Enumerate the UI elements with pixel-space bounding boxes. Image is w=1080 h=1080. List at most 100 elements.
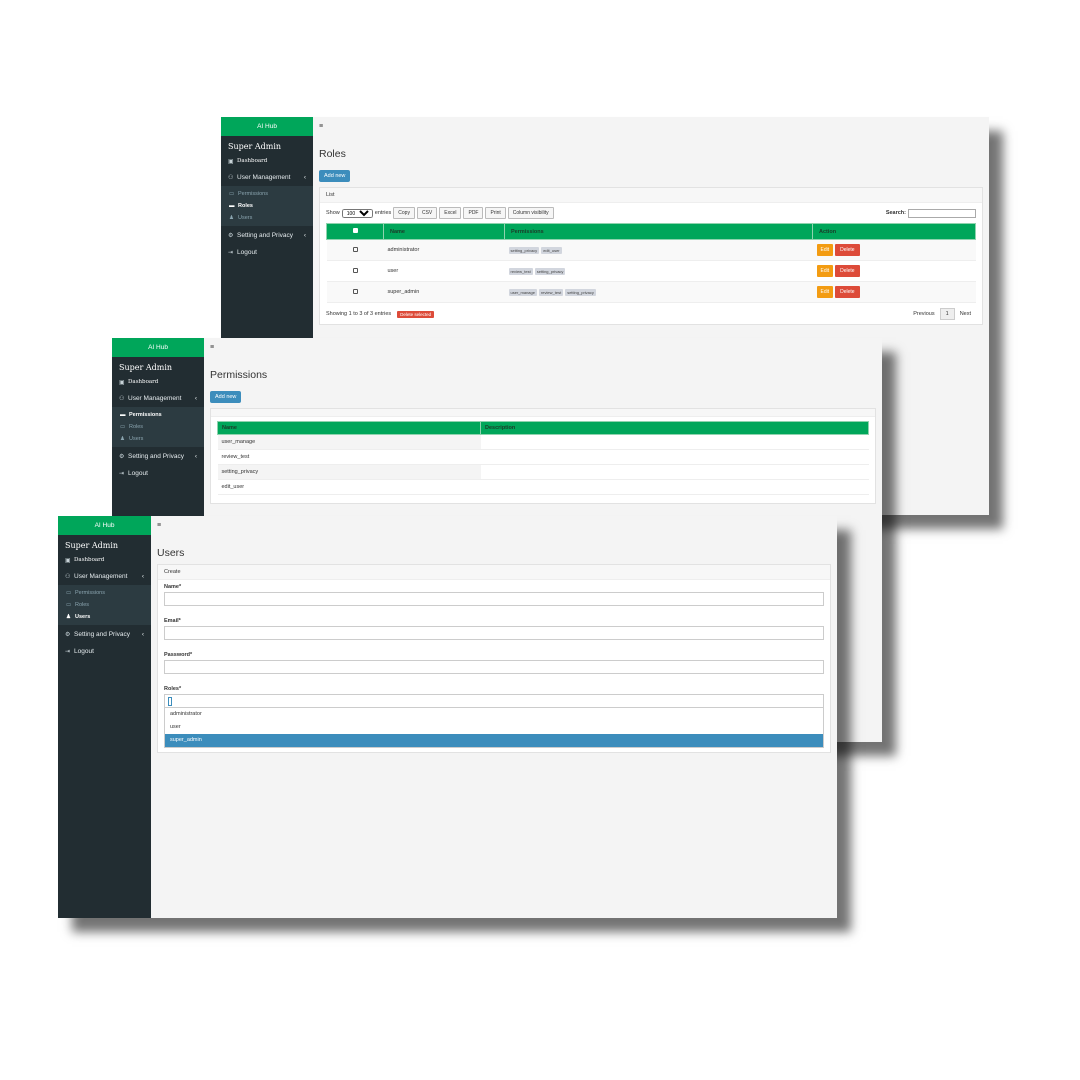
- sidebar-item-roles[interactable]: ▭ Roles: [112, 421, 204, 433]
- row-checkbox[interactable]: [352, 288, 358, 294]
- edit-button[interactable]: Edit: [816, 286, 834, 298]
- roles-label: Roles*: [164, 686, 182, 692]
- role-name: administrator: [383, 239, 505, 261]
- roles-dropdown: administrator user super_admin: [164, 708, 824, 748]
- table-row[interactable]: review_test: [217, 449, 869, 465]
- sidebar-item-users[interactable]: ♟ Users: [58, 611, 151, 623]
- column-header[interactable]: Permissions: [504, 223, 813, 240]
- add-new-button[interactable]: Add new: [210, 391, 242, 403]
- brand-logo[interactable]: AI Hub: [221, 117, 313, 136]
- menu-toggle-icon[interactable]: ≡: [210, 344, 214, 351]
- table-row[interactable]: user review_test setting_privacy Edit Dele…: [326, 260, 976, 282]
- user-icon: ♟: [66, 614, 71, 620]
- table-row[interactable]: administrator setting_privacy edit_user E…: [326, 239, 976, 261]
- password-field[interactable]: [164, 660, 824, 674]
- delete-button[interactable]: Delete: [835, 286, 860, 298]
- delete-selected-button[interactable]: Delete selected: [397, 310, 435, 318]
- brand-logo[interactable]: AI Hub: [58, 516, 151, 535]
- sidebar-item-settings[interactable]: ⚙ Setting and Privacy ‹: [221, 226, 313, 244]
- next-button[interactable]: Next: [955, 309, 976, 319]
- logout-icon: ⇥: [228, 249, 234, 256]
- brand-logo[interactable]: AI Hub: [112, 338, 204, 357]
- previous-button[interactable]: Previous: [908, 309, 939, 319]
- permission-name: edit_user: [217, 479, 481, 495]
- sidebar-item-roles[interactable]: ▭ Roles: [58, 599, 151, 611]
- sidebar-item-logout[interactable]: ⇥ Logout: [112, 465, 204, 481]
- name-field[interactable]: [164, 592, 824, 606]
- sidebar-item-users[interactable]: ♟ Users: [112, 433, 204, 445]
- select-all-header[interactable]: [326, 223, 384, 240]
- sidebar-item-user-management[interactable]: ⚇ User Management ‹: [58, 567, 151, 585]
- column-header[interactable]: Name: [383, 223, 505, 240]
- row-checkbox[interactable]: [352, 246, 358, 252]
- column-visibility-button[interactable]: Column visibility: [507, 207, 554, 219]
- entries-select[interactable]: 100: [341, 208, 373, 218]
- sidebar-item-settings[interactable]: ⚙ Setting and Privacy ‹: [58, 625, 151, 643]
- search-input[interactable]: [908, 208, 976, 218]
- column-header[interactable]: Description: [480, 421, 869, 435]
- sidebar-item-user-management[interactable]: ⚇ User Management ‹: [112, 389, 204, 407]
- row-checkbox[interactable]: [352, 267, 358, 273]
- sidebar-item-settings[interactable]: ⚙ Setting and Privacy ‹: [112, 447, 204, 465]
- role-option[interactable]: administrator: [165, 708, 823, 721]
- roles-table: Name Permissions Action administrator se…: [326, 223, 976, 303]
- copy-button[interactable]: Copy: [393, 207, 415, 219]
- sidebar-item-roles[interactable]: ▬ Roles: [221, 200, 313, 212]
- menu-toggle-icon[interactable]: ≡: [319, 123, 323, 130]
- briefcase-icon: ▬: [229, 203, 235, 209]
- permission-name: setting_privacy: [217, 464, 481, 480]
- add-new-button[interactable]: Add new: [319, 170, 351, 182]
- excel-button[interactable]: Excel: [439, 207, 462, 219]
- password-label: Password*: [164, 652, 193, 658]
- sidebar-item-permissions[interactable]: ▭ Permissions: [58, 587, 151, 599]
- role-option-selected[interactable]: super_admin: [165, 734, 823, 747]
- table-row[interactable]: user_manage: [217, 434, 869, 450]
- chevron-left-icon: ‹: [194, 452, 197, 460]
- entries-info: Showing 1 to 3 of 3 entries: [326, 311, 392, 317]
- page-title: Permissions: [210, 369, 268, 381]
- sidebar-item-dashboard[interactable]: ▣ Dashboard: [112, 375, 204, 389]
- main-content: Users Create Name* Email* Password* Role…: [151, 535, 837, 918]
- gear-icon: ⚙: [65, 631, 71, 638]
- email-field[interactable]: [164, 626, 824, 640]
- sidebar-item-logout[interactable]: ⇥ Logout: [58, 643, 151, 659]
- sidebar-item-logout[interactable]: ⇥ Logout: [221, 244, 313, 260]
- topbar: ≡: [151, 516, 837, 535]
- sidebar-item-dashboard[interactable]: ▣ Dashboard: [58, 553, 151, 567]
- sidebar-item-permissions[interactable]: ▬ Permissions: [112, 409, 204, 421]
- page-button[interactable]: 1: [939, 308, 955, 320]
- table-row[interactable]: edit_user: [217, 479, 869, 495]
- email-label: Email*: [164, 618, 181, 624]
- briefcase-icon: ▭: [229, 191, 235, 197]
- permissions-box: Name Description user_manage review_test…: [210, 408, 876, 504]
- briefcase-icon: ▭: [120, 424, 126, 430]
- column-header[interactable]: Action: [812, 223, 976, 240]
- box-title: Create: [158, 565, 830, 580]
- edit-button[interactable]: Edit: [816, 244, 834, 256]
- sidebar-item-users[interactable]: ♟ Users: [221, 212, 313, 224]
- delete-button[interactable]: Delete: [835, 244, 860, 256]
- page-title: Roles: [319, 148, 346, 160]
- menu-toggle-icon[interactable]: ≡: [157, 522, 161, 529]
- topbar: ≡: [313, 117, 989, 136]
- permission-name: user_manage: [217, 434, 481, 450]
- roles-select[interactable]: [164, 694, 824, 708]
- delete-button[interactable]: Delete: [835, 265, 860, 277]
- sidebar-item-dashboard[interactable]: ▣ Dashboard: [221, 154, 313, 168]
- sidebar-item-permissions[interactable]: ▭ Permissions: [221, 188, 313, 200]
- sidebar-item-user-management[interactable]: ⚇ User Management ‹: [221, 168, 313, 186]
- role-option[interactable]: user: [165, 721, 823, 734]
- chevron-left-icon: ‹: [303, 173, 306, 181]
- table-row[interactable]: setting_privacy: [217, 464, 869, 480]
- user-management-submenu: ▭ Permissions ▬ Roles ♟ Users: [221, 186, 313, 226]
- edit-button[interactable]: Edit: [816, 265, 834, 277]
- csv-button[interactable]: CSV: [416, 207, 438, 219]
- table-row[interactable]: super_admin user_manage review_test settin…: [326, 281, 976, 303]
- pdf-button[interactable]: PDF: [463, 207, 484, 219]
- column-header[interactable]: Name: [217, 421, 481, 435]
- permission-name: review_test: [217, 449, 481, 465]
- create-user-box: Create Name* Email* Password* Roles* adm…: [157, 564, 831, 753]
- select-all-checkbox[interactable]: [352, 228, 358, 233]
- user-management-submenu: ▭ Permissions ▭ Roles ♟ Users: [58, 585, 151, 625]
- print-button[interactable]: Print: [485, 207, 506, 219]
